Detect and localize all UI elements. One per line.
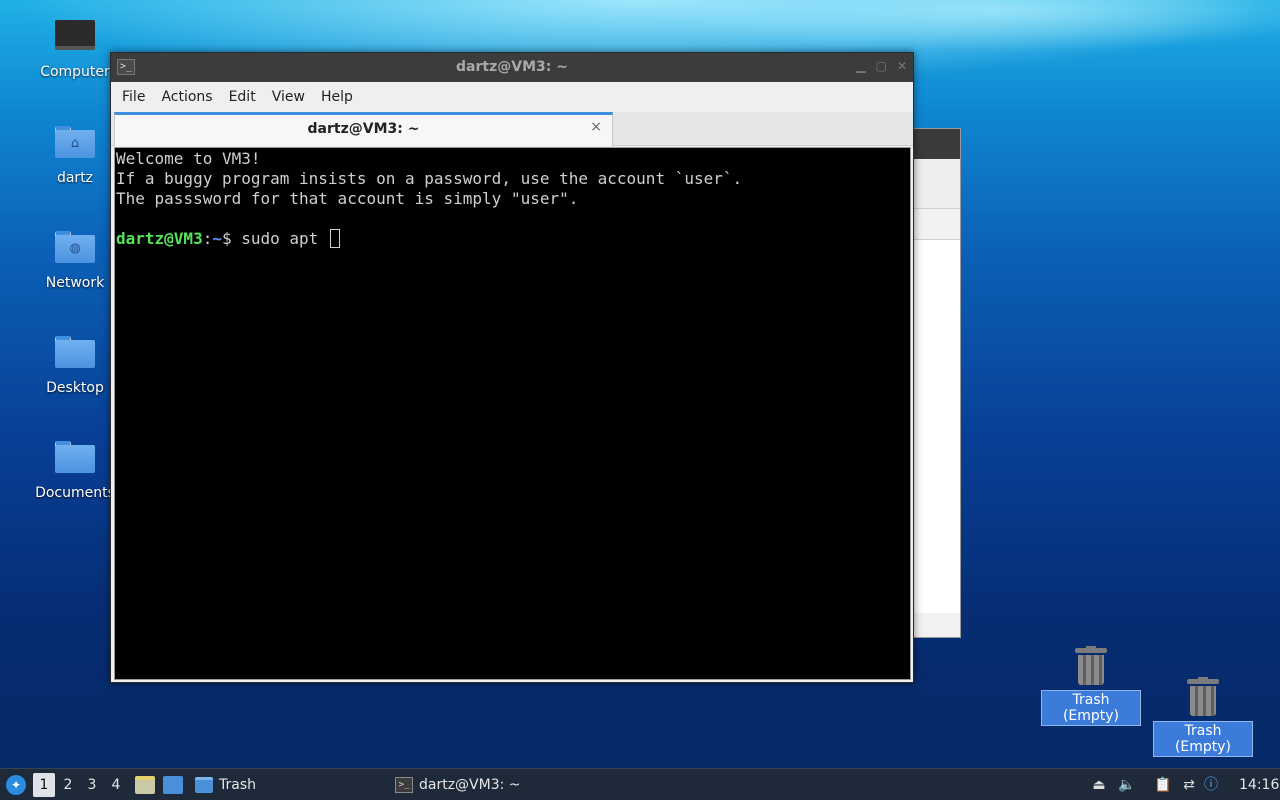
background-window[interactable] [912, 128, 961, 638]
terminal-line: Welcome to VM3! [116, 149, 261, 168]
background-window-titlebar[interactable] [913, 129, 960, 159]
show-desktop-icon[interactable] [163, 776, 183, 794]
network-icon[interactable]: ⇄ [1180, 776, 1198, 794]
taskbar: ✦ 1 2 3 4 Trash >_ dartz@VM3: ~ ⏏ 🔈 📋 ⇄ … [0, 768, 1280, 800]
clock[interactable]: 14:16 [1239, 769, 1279, 800]
system-tray: ⏏ 🔈 📋 ⇄ ⓘ [1090, 769, 1220, 800]
volume-icon[interactable]: 🔈 [1118, 776, 1136, 794]
tab-close-icon[interactable]: × [590, 119, 602, 135]
background-window-content [913, 239, 960, 613]
workspace-3[interactable]: 3 [81, 769, 103, 800]
clipboard-icon[interactable]: 📋 [1154, 776, 1172, 794]
minimize-icon[interactable]: ▁ [856, 59, 865, 73]
menu-file[interactable]: File [117, 89, 156, 105]
tab-bar: dartz@VM3: ~ × [111, 112, 913, 146]
terminal-icon: >_ [395, 777, 413, 793]
command-input[interactable]: sudo apt [241, 229, 328, 248]
start-menu-button[interactable]: ✦ [4, 769, 28, 800]
menu-bar: File Actions Edit View Help [111, 82, 913, 112]
desktop-icon-label: dartz [56, 170, 94, 186]
prompt-path: ~ [212, 229, 222, 248]
prompt-separator: : [202, 229, 213, 248]
background-window-toolbar [913, 159, 960, 209]
folder-icon [54, 441, 96, 479]
eject-icon[interactable]: ⏏ [1090, 776, 1108, 794]
desktop-icon-label: Documents [35, 485, 115, 501]
text-cursor [329, 229, 340, 248]
desktop-icon-trash[interactable]: Trash (Empty) [1041, 646, 1141, 726]
file-manager-launcher-icon[interactable] [135, 776, 155, 794]
update-notifier-icon[interactable]: ⓘ [1202, 776, 1220, 794]
terminal-line: If a buggy program insists on a password… [116, 169, 743, 188]
prompt-user: dartz@VM3 [116, 229, 203, 248]
workspace-1[interactable]: 1 [33, 773, 55, 797]
desktop-icon-label: Desktop [46, 380, 104, 396]
menu-edit[interactable]: Edit [224, 89, 267, 105]
desktop-icon-network[interactable]: ◍ Network [27, 227, 123, 291]
network-folder-icon: ◍ [54, 231, 96, 269]
workspace-4[interactable]: 4 [105, 769, 127, 800]
menu-actions[interactable]: Actions [156, 89, 223, 105]
desktop-icon-label: Network [45, 275, 105, 291]
terminal-window[interactable]: >_ dartz@VM3: ~ ▁ ▢ ✕ File Actions Edit … [110, 52, 914, 683]
trash-label: Trash (Empty) [1153, 721, 1253, 757]
desktop-icon-label: Computer [40, 64, 110, 80]
desktop-icon-computer[interactable]: Computer [27, 18, 123, 80]
desktop-icon-dartz[interactable]: ⌂ dartz [27, 122, 123, 186]
folder-icon [195, 777, 213, 793]
menu-help[interactable]: Help [316, 89, 364, 105]
prompt-symbol: $ [221, 229, 242, 248]
task-label: dartz@VM3: ~ [419, 777, 521, 793]
maximize-icon[interactable]: ▢ [876, 59, 887, 73]
desktop-icon-documents[interactable]: Documents [27, 437, 123, 501]
computer-icon [54, 20, 96, 58]
tab-title: dartz@VM3: ~ [307, 121, 420, 137]
window-title: dartz@VM3: ~ [456, 59, 568, 75]
desktop-icon-trash[interactable]: Trash (Empty) [1153, 677, 1253, 757]
window-titlebar[interactable]: >_ dartz@VM3: ~ ▁ ▢ ✕ [111, 53, 913, 82]
trash-icon [1075, 646, 1107, 686]
terminal-output[interactable]: Welcome to VM3! If a buggy program insist… [114, 147, 911, 680]
terminal-prompt-line: dartz@VM3:~$ sudo apt [116, 229, 910, 249]
terminal-line: The passsword for that account is simply… [116, 189, 579, 208]
close-icon[interactable]: ✕ [897, 59, 907, 73]
trash-icon [1187, 677, 1219, 717]
menu-view[interactable]: View [267, 89, 316, 105]
app-menu-icon: ✦ [6, 775, 26, 795]
task-terminal[interactable]: >_ dartz@VM3: ~ [395, 769, 521, 800]
task-label: Trash [219, 777, 256, 793]
task-trash[interactable]: Trash [195, 769, 256, 800]
terminal-tab[interactable]: dartz@VM3: ~ × [114, 112, 613, 146]
desktop-icon-desktop[interactable]: Desktop [27, 332, 123, 396]
home-folder-icon: ⌂ [54, 126, 96, 164]
trash-label: Trash (Empty) [1041, 690, 1141, 726]
folder-icon [54, 336, 96, 374]
workspace-2[interactable]: 2 [57, 769, 79, 800]
